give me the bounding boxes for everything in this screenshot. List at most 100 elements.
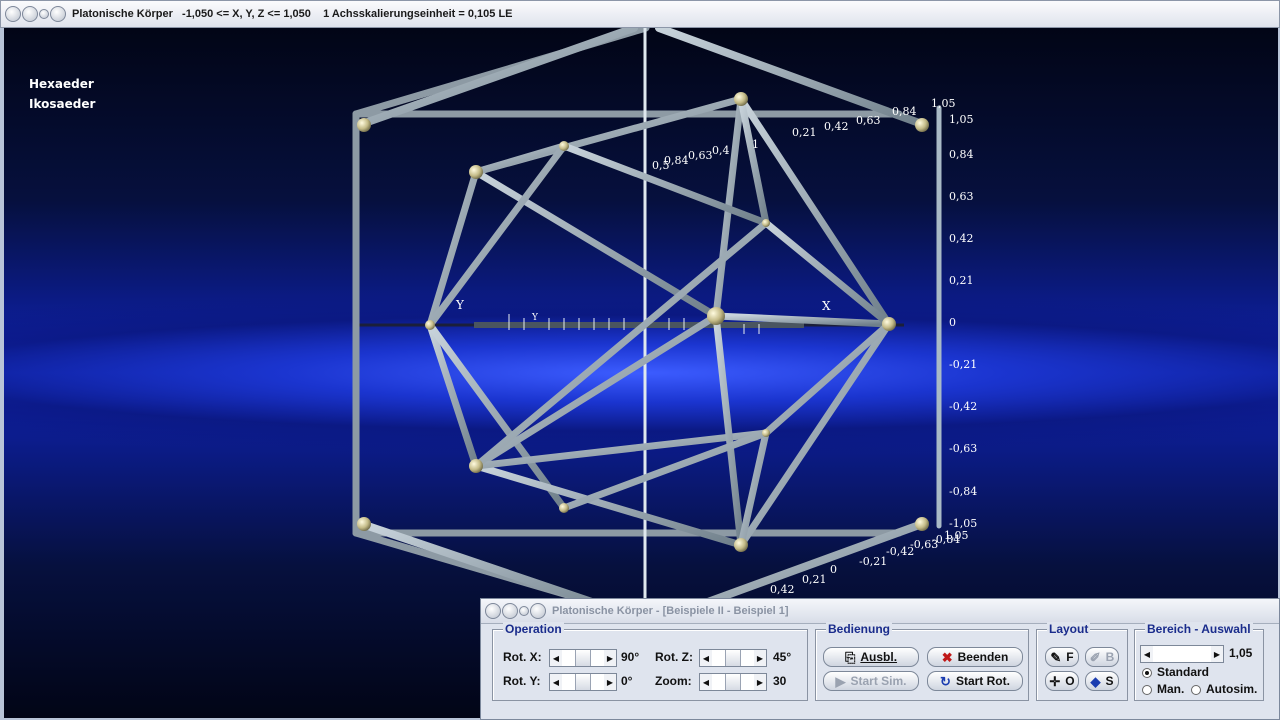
layout-s-button[interactable]: ◆ S — [1085, 671, 1119, 691]
close-button[interactable] — [5, 6, 21, 22]
layout-o-button[interactable]: ✛ O — [1045, 671, 1079, 691]
panel-title: Platonische Körper - [Beispiele II - Bei… — [552, 605, 789, 617]
panel-maximize-button[interactable] — [530, 603, 546, 619]
maximize-button[interactable] — [50, 6, 66, 22]
left-arrow-icon[interactable]: ◀ — [700, 674, 712, 690]
main-title-bar: Platonische Körper -1,050 <= X, Y, Z <= … — [0, 0, 1280, 28]
left-arrow-icon[interactable]: ◀ — [700, 650, 712, 666]
right-arrow-icon[interactable]: ▶ — [1211, 646, 1223, 662]
window-title: Platonische Körper -1,050 <= X, Y, Z <= … — [72, 8, 513, 20]
man-label: Man. — [1157, 682, 1185, 696]
axis-label-y-small: Y — [531, 313, 539, 323]
start-sim-button[interactable]: ▶ Start Sim. — [823, 671, 919, 691]
zoom-slider[interactable]: ◀ ▶ — [699, 673, 767, 691]
paint-icon: ◆ — [1090, 673, 1101, 689]
crosshair-icon: ✛ — [1049, 673, 1061, 689]
right-arrow-icon[interactable]: ▶ — [754, 650, 766, 666]
fill-icon: ✐ — [1089, 649, 1101, 665]
axis-label-y: Y — [455, 298, 465, 312]
beenden-button[interactable]: ✖ Beenden — [927, 647, 1023, 667]
y-tick: 0,4 — [712, 144, 730, 157]
body-item-hexaeder[interactable]: Hexaeder — [29, 74, 95, 94]
zoom-value: 30 — [773, 674, 787, 688]
man-radio[interactable] — [1142, 685, 1152, 695]
panel-close-button[interactable] — [485, 603, 501, 619]
bereich-label: Bereich - Auswahl — [1145, 622, 1253, 636]
shade-button[interactable] — [39, 9, 49, 19]
body-list: Hexaeder Ikosaeder — [29, 74, 95, 114]
layout-b-label: B — [1105, 650, 1115, 664]
y-axis-ticks-top: 0,5 0,84 0,63 0,4 1 — [652, 138, 759, 172]
z-tick: -0,42 — [949, 400, 977, 413]
rot-z-slider[interactable]: ◀ ▶ — [699, 649, 767, 667]
axis-label-x: X — [822, 299, 831, 313]
y-tick: 1 — [752, 138, 759, 151]
rot-x-label: Rot. X: — [503, 650, 542, 664]
slider-thumb[interactable] — [575, 650, 591, 666]
beenden-label: Beenden — [957, 650, 1009, 664]
hide-icon: ⎘ — [844, 649, 856, 665]
z-tick-top: 1,05 — [931, 97, 956, 110]
bereich-group: Bereich - Auswahl ◀ ▶ 1,05 Standard Man.… — [1134, 622, 1264, 701]
slider-thumb[interactable] — [725, 650, 741, 666]
layout-label: Layout — [1047, 622, 1091, 636]
z-tick: -0,21 — [949, 358, 977, 371]
start-rot-label: Start Rot. — [955, 674, 1010, 688]
layout-b-button[interactable]: ✐ B — [1085, 647, 1119, 667]
bedienung-group: Bedienung ⎘ Ausbl. ✖ Beenden ▶ Start Sim… — [815, 622, 1029, 701]
x-tick: 0,84 — [892, 105, 917, 118]
slider-thumb[interactable] — [725, 674, 741, 690]
start-sim-label: Start Sim. — [850, 674, 907, 688]
z-tick: -0,84 — [949, 485, 977, 498]
x-tick: 0,21 — [792, 126, 817, 139]
rot-y-value: 0° — [621, 674, 633, 688]
rot-y-label: Rot. Y: — [503, 674, 541, 688]
close-icon: ✖ — [941, 649, 953, 665]
autosim-label: Autosim. — [1206, 682, 1258, 696]
play-icon: ▶ — [835, 673, 846, 689]
bereich-value: 1,05 — [1229, 646, 1253, 660]
left-arrow-icon[interactable]: ◀ — [550, 650, 562, 666]
front-tick: 0,42 — [770, 583, 795, 596]
rot-y-slider[interactable]: ◀ ▶ — [549, 673, 617, 691]
panel-minimize-button[interactable] — [502, 603, 518, 619]
autosim-radio[interactable] — [1191, 685, 1201, 695]
rotate-icon: ↻ — [940, 673, 951, 689]
left-arrow-icon[interactable]: ◀ — [1141, 646, 1153, 662]
z-tick: 0,63 — [949, 190, 974, 203]
brush-icon: ✎ — [1050, 649, 1062, 665]
right-arrow-icon[interactable]: ▶ — [604, 674, 616, 690]
panel-title-bar: Platonische Körper - [Beispiele II - Bei… — [481, 599, 1279, 624]
y-tick: 0,84 — [664, 154, 689, 167]
front-tick: 0,21 — [802, 573, 827, 586]
bereich-slider[interactable]: ◀ ▶ — [1140, 645, 1224, 663]
body-item-ikosaeder[interactable]: Ikosaeder — [29, 94, 95, 114]
control-panel: Platonische Körper - [Beispiele II - Bei… — [480, 598, 1280, 720]
standard-label: Standard — [1157, 665, 1210, 679]
right-arrow-icon[interactable]: ▶ — [604, 650, 616, 666]
zoom-label: Zoom: — [655, 674, 692, 688]
operation-label: Operation — [503, 622, 564, 636]
right-arrow-icon[interactable]: ▶ — [754, 674, 766, 690]
front-tick: 0 — [830, 563, 837, 576]
panel-shade-button[interactable] — [519, 606, 529, 616]
layout-o-label: O — [1065, 674, 1075, 688]
bedienung-label: Bedienung — [826, 622, 892, 636]
left-arrow-icon[interactable]: ◀ — [550, 674, 562, 690]
rot-x-value: 90° — [621, 650, 640, 664]
z-tick: 0,84 — [949, 148, 974, 161]
rot-z-value: 45° — [773, 650, 792, 664]
standard-radio[interactable] — [1142, 668, 1152, 678]
slider-thumb[interactable] — [575, 674, 591, 690]
x-tick: 0,42 — [824, 120, 849, 133]
window-controls — [5, 6, 66, 22]
front-tick: 1,05 — [944, 529, 969, 542]
start-rot-button[interactable]: ↻ Start Rot. — [927, 671, 1023, 691]
minimize-button[interactable] — [22, 6, 38, 22]
rot-x-slider[interactable]: ◀ ▶ — [549, 649, 617, 667]
layout-group: Layout ✎ F ✐ B ✛ O ◆ S — [1036, 622, 1128, 701]
front-tick: -0,21 — [859, 555, 887, 568]
layout-f-button[interactable]: ✎ F — [1045, 647, 1079, 667]
z-tick: 0,21 — [949, 274, 974, 287]
ausbl-button[interactable]: ⎘ Ausbl. — [823, 647, 919, 667]
